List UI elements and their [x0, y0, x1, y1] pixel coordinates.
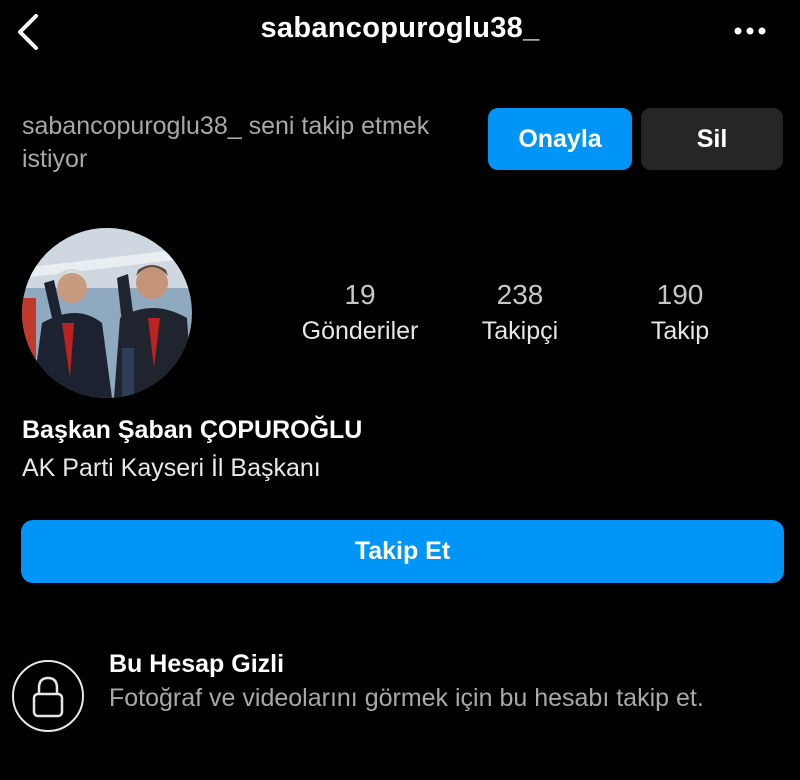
profile-bio: AK Parti Kayseri İl Başkanı — [22, 454, 321, 482]
stat-followers[interactable]: 238 Takipçi — [440, 280, 600, 348]
following-label: Takip — [650, 317, 710, 345]
stat-posts[interactable]: 19 Gönderiler — [280, 280, 440, 348]
posts-count: 19 — [344, 279, 376, 310]
profile-full-name: Başkan Şaban ÇOPUROĞLU — [22, 416, 363, 444]
posts-label: Gönderiler — [301, 317, 419, 345]
private-account-description: Fotoğraf ve videolarını görmek için bu h… — [109, 684, 704, 712]
private-account-title: Bu Hesap Gizli — [109, 650, 285, 678]
followers-count: 238 — [496, 279, 544, 310]
following-count: 190 — [656, 279, 704, 310]
followers-label: Takipçi — [481, 317, 559, 345]
more-options-icon[interactable] — [728, 16, 772, 46]
follow-button[interactable]: Takip Et — [21, 520, 784, 583]
lock-icon — [12, 660, 84, 732]
delete-request-button[interactable]: Sil — [641, 108, 783, 170]
follow-request-text: sabancopuroglu38_ seni takip etmek istiy… — [22, 112, 430, 173]
stat-following[interactable]: 190 Takip — [600, 280, 760, 348]
avatar[interactable] — [22, 228, 192, 398]
approve-button[interactable]: Onayla — [488, 108, 632, 170]
header-username: sabancopuroglu38_ — [260, 12, 540, 44]
